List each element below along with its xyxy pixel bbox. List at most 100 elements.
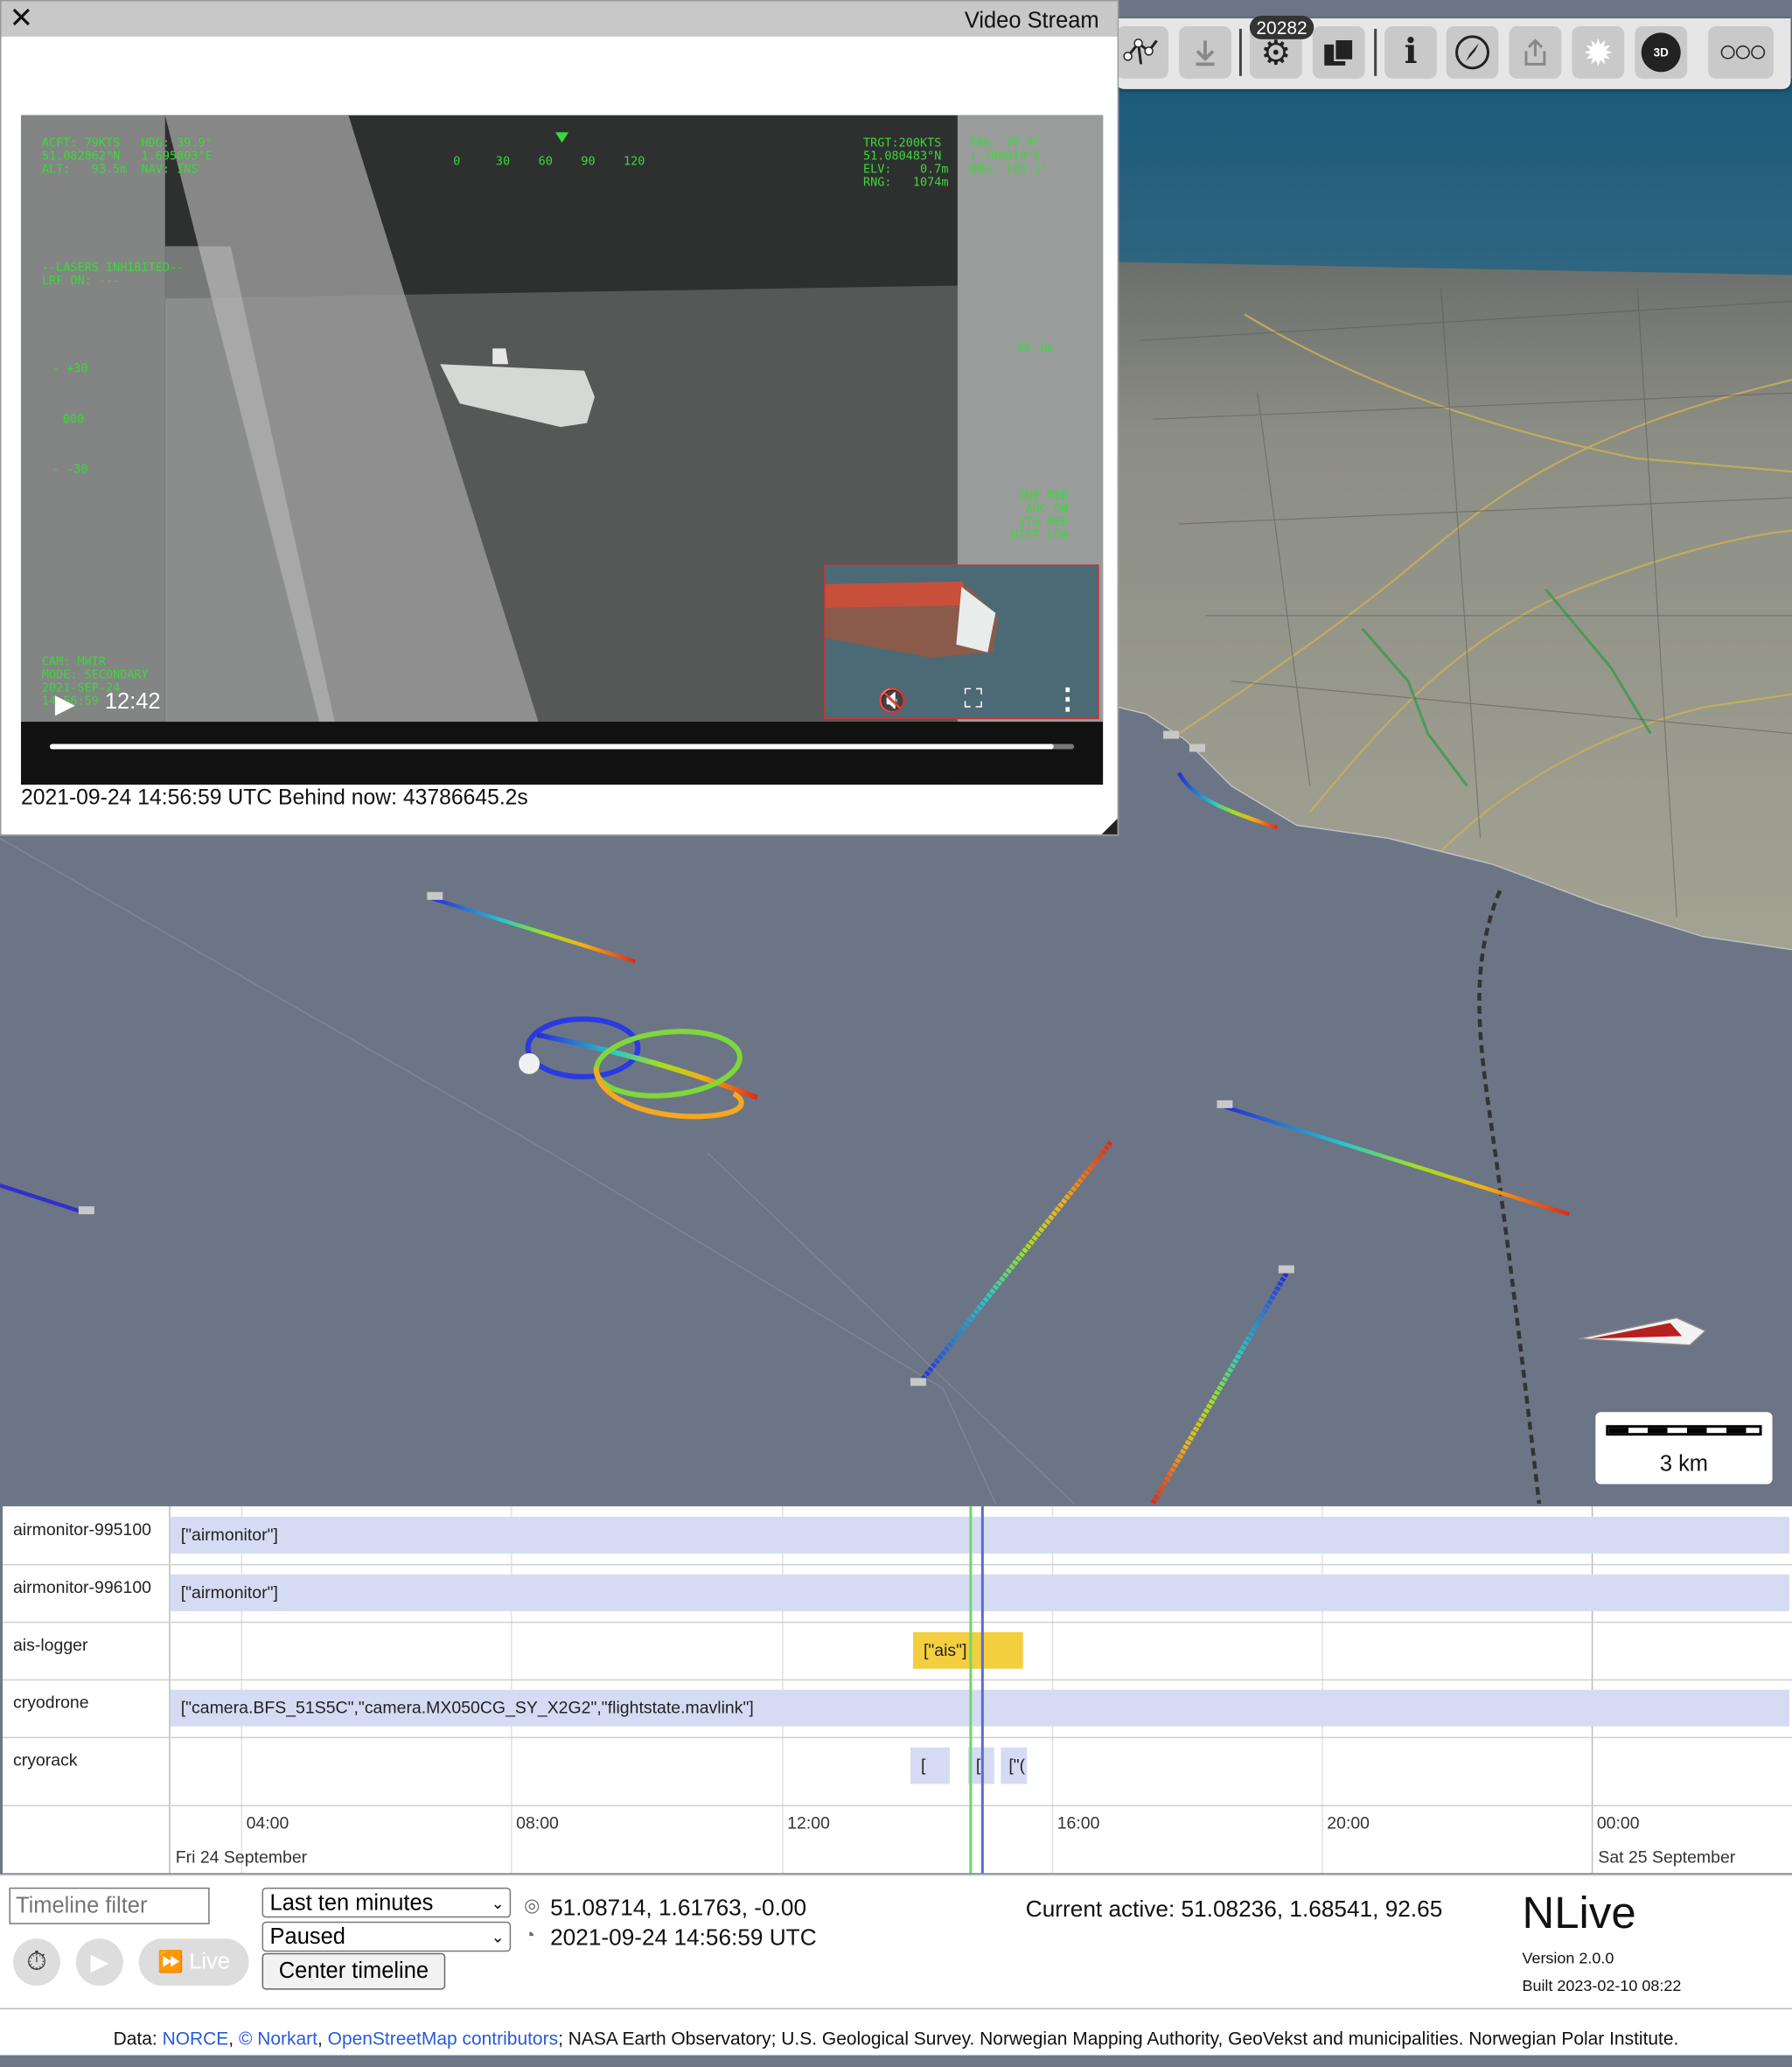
map-toolbar: ⚙ 20282 i ✹ 3D ○○○ bbox=[1116, 15, 1791, 89]
view-mode-label: 3D bbox=[1653, 45, 1669, 59]
sun-icon: ✹ bbox=[1582, 31, 1614, 73]
norce-link[interactable]: NORCE bbox=[163, 2028, 229, 2049]
timeline-tick: 12:00 bbox=[787, 1812, 830, 1833]
video-stream-window[interactable]: ✕ Video Stream ACFT: 79KTS HDG: 39.9° 51… bbox=[0, 0, 1119, 836]
play-state-value: Paused bbox=[269, 1924, 345, 1950]
3d-icon: 3D bbox=[1641, 32, 1681, 73]
timeline-tick: 08:00 bbox=[516, 1812, 559, 1833]
timeline-bar[interactable]: ["airmonitor"] bbox=[170, 1574, 1790, 1611]
lighting-button[interactable]: ✹ bbox=[1572, 25, 1625, 79]
timeline-date-right: Sat 25 September bbox=[1598, 1847, 1736, 1867]
timeline-bar[interactable]: ["ais"] bbox=[912, 1631, 1023, 1669]
app-build-date: Built 2023-02-10 08:22 bbox=[1522, 1976, 1682, 1995]
controls-bar: Last ten minutes ⌄ Paused ⌄ Center timel… bbox=[0, 1874, 1792, 2010]
hud-pitch-top: - +30 bbox=[52, 362, 88, 376]
hud-modes: DDE MED AGC ON ITG MED HIST LOW bbox=[1011, 490, 1069, 542]
download-button[interactable] bbox=[1179, 25, 1231, 79]
app-version: Version 2.0.0 bbox=[1522, 1949, 1614, 1968]
timeline-bar[interactable]: ["airmonitor"] bbox=[170, 1517, 1790, 1554]
info-icon: i bbox=[1404, 32, 1418, 73]
timeline-row-label: cryorack bbox=[12, 1749, 78, 1770]
video-status: 2021-09-24 14:56:59 UTC Behind now: 4378… bbox=[20, 786, 528, 810]
hud-heading-marker bbox=[555, 132, 569, 143]
timeline-row: cryorack [ [' ["( bbox=[2, 1737, 1792, 1806]
stopwatch-icon: ⏱ bbox=[26, 1946, 47, 1976]
live-label: Live bbox=[189, 1949, 230, 1974]
live-button[interactable]: ⏩ Live bbox=[138, 1938, 249, 1987]
resize-handle-icon[interactable] bbox=[1101, 818, 1118, 834]
hud-range: 50.1m bbox=[1016, 341, 1052, 355]
map-scale-bar: 3 km bbox=[1595, 1412, 1773, 1484]
timeline-row: cryodrone ["camera.BFS_51S5C","camera.MX… bbox=[2, 1679, 1792, 1739]
timeline-cursor-blue[interactable] bbox=[980, 1506, 984, 1874]
timeline-row-label: ais-logger bbox=[12, 1634, 88, 1655]
scale-label: 3 km bbox=[1659, 1451, 1709, 1477]
more-button[interactable]: ○○○ bbox=[1708, 25, 1775, 79]
chevron-down-icon: ⌄ bbox=[491, 1894, 505, 1913]
norkart-link[interactable]: © Norkart bbox=[239, 2028, 317, 2049]
center-timeline-button[interactable]: Center timeline bbox=[261, 1952, 446, 1990]
timeline-row: ais-logger ["ais"] bbox=[2, 1622, 1792, 1681]
target-icon: ◎ bbox=[524, 1894, 540, 1916]
time-range-value: Last ten minutes bbox=[269, 1889, 434, 1916]
hud-pitch-bottom: - -30 bbox=[52, 464, 88, 478]
timeline-bar[interactable]: ["camera.BFS_51S5C","camera.MX050CG_SY_X… bbox=[170, 1689, 1790, 1727]
timeline-row: airmonitor-996100 ["airmonitor"] bbox=[2, 1564, 1792, 1624]
route-tool-button[interactable] bbox=[1116, 25, 1169, 79]
timeline-tick: 16:00 bbox=[1056, 1812, 1100, 1833]
hud-top-right: TRGT:200KTS TRK: 39.9° 51.080483°N 1.700… bbox=[863, 137, 1049, 191]
timeline-row-label: airmonitor-995100 bbox=[12, 1519, 152, 1540]
mute-icon[interactable]: 🔇 bbox=[878, 688, 908, 715]
video-time: 12:42 bbox=[104, 688, 161, 715]
fast-forward-icon: ⏩ bbox=[157, 1952, 185, 1974]
close-icon[interactable]: ✕ bbox=[9, 3, 33, 32]
video-window-titlebar[interactable]: ✕ Video Stream bbox=[1, 1, 1118, 37]
fullscreen-icon[interactable]: ⛶ bbox=[964, 685, 982, 715]
more-vert-icon[interactable]: ⋮ bbox=[1053, 682, 1082, 716]
timeline-tick: 00:00 bbox=[1596, 1812, 1640, 1833]
timeline-bar[interactable]: ["( bbox=[1001, 1747, 1028, 1784]
hud-lasers-status: --LASERS INHIBITED-- LRF ON: --- bbox=[41, 262, 185, 289]
info-button[interactable]: i bbox=[1384, 25, 1438, 79]
cursor-coords: 51.08714, 1.61763, -0.00 bbox=[550, 1894, 807, 1921]
layers-button[interactable] bbox=[1312, 25, 1365, 79]
video-player[interactable]: ACFT: 79KTS HDG: 39.9° 51.082862°N 1.695… bbox=[20, 115, 1104, 785]
route-icon bbox=[1123, 38, 1158, 65]
utc-time: 2021-09-24 14:56:59 UTC bbox=[550, 1924, 817, 1951]
view-3d-button[interactable]: 3D bbox=[1635, 25, 1688, 79]
notification-badge: 20282 bbox=[1249, 15, 1314, 39]
play-icon[interactable]: ▶ bbox=[55, 688, 75, 720]
play-state-select[interactable]: Paused ⌄ bbox=[261, 1921, 512, 1952]
clock-icon: ◔ bbox=[524, 1924, 535, 1945]
timeline-row-label: airmonitor-996100 bbox=[12, 1576, 152, 1597]
timeline-row: airmonitor-995100 ["airmonitor"] bbox=[2, 1506, 1792, 1566]
compass-icon bbox=[1455, 35, 1490, 70]
timeline-tick: 20:00 bbox=[1327, 1812, 1370, 1833]
play-icon: ▶ bbox=[90, 1948, 109, 1975]
layers-icon bbox=[1324, 38, 1355, 66]
chevron-down-icon: ⌄ bbox=[491, 1928, 505, 1947]
download-icon bbox=[1196, 40, 1215, 66]
attribution-rest: ; NASA Earth Observatory; U.S. Geologica… bbox=[558, 2028, 1679, 2050]
compass-button[interactable] bbox=[1446, 25, 1499, 79]
timer-button[interactable]: ⏱ bbox=[12, 1938, 60, 1987]
video-window-title: Video Stream bbox=[964, 7, 1099, 33]
timeline-cursor-green[interactable] bbox=[969, 1506, 973, 1874]
timeline-bar[interactable]: [ bbox=[910, 1747, 950, 1784]
time-range-select[interactable]: Last ten minutes ⌄ bbox=[261, 1887, 512, 1918]
timeline-panel[interactable]: airmonitor-995100 ["airmonitor"] airmoni… bbox=[2, 1506, 1792, 1874]
attribution-footer: Data: NORCE, © Norkart, OpenStreetMap co… bbox=[0, 2008, 1792, 2056]
hud-top-left: ACFT: 79KTS HDG: 39.9° 51.082862°N 1.695… bbox=[41, 137, 213, 178]
timeline-row-label: cryodrone bbox=[12, 1692, 89, 1713]
timeline-filter-input[interactable] bbox=[9, 1887, 210, 1924]
timeline-date-left: Fri 24 September bbox=[175, 1847, 308, 1867]
app-name: NLive bbox=[1522, 1889, 1636, 1939]
share-button[interactable] bbox=[1509, 25, 1562, 79]
play-button[interactable]: ▶ bbox=[75, 1938, 123, 1987]
timeline-tick: 04:00 bbox=[246, 1812, 289, 1833]
current-active: Current active: 51.08236, 1.68541, 92.65 bbox=[1025, 1895, 1443, 1922]
video-progress-fill bbox=[49, 744, 1054, 750]
hud-pitch-mid: 000 bbox=[62, 414, 85, 428]
attribution-sep: , bbox=[228, 2028, 239, 2050]
osm-link[interactable]: OpenStreetMap contributors bbox=[328, 2028, 558, 2049]
